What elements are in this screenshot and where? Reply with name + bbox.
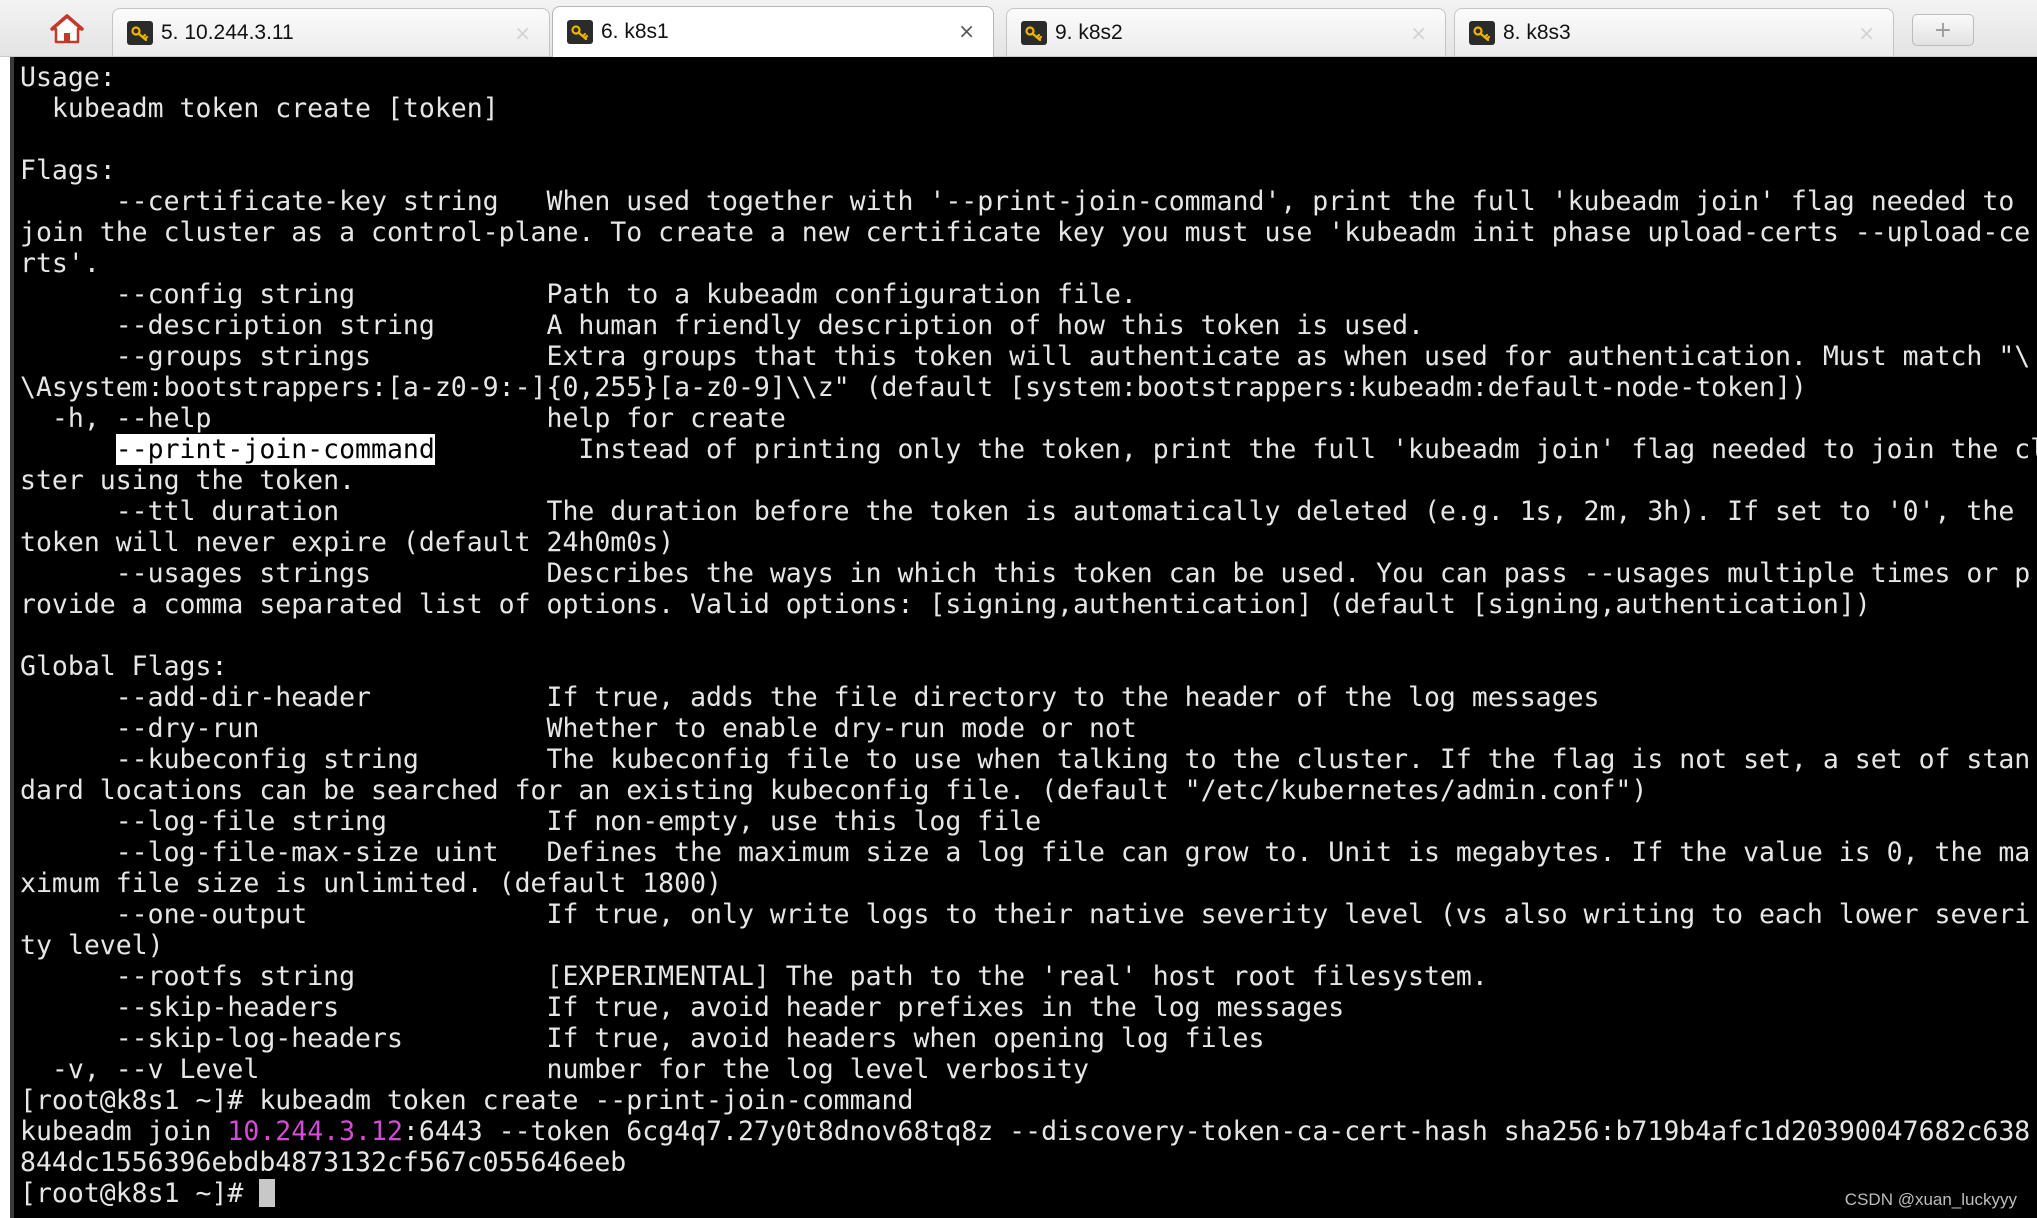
terminal-line: rovide a comma separated list of options…: [20, 589, 1871, 620]
tab-label: 9. k8s2: [1055, 20, 1123, 44]
terminal-line: token will never expire (default 24h0m0s…: [20, 527, 675, 558]
terminal-line: kubeadm token create [token]: [20, 93, 499, 124]
tab-label: 8. k8s3: [1503, 20, 1571, 44]
terminal-line: Global Flags:: [20, 651, 228, 682]
terminal-line: --log-file string If non-empty, use this…: [20, 806, 1042, 837]
close-icon[interactable]: ×: [1410, 21, 1427, 45]
close-icon[interactable]: ×: [1858, 21, 1875, 45]
home-button[interactable]: [36, 6, 98, 52]
terminal-line: --rootfs string [EXPERIMENTAL] The path …: [20, 961, 1488, 992]
terminal-line: --kubeconfig string The kubeconfig file …: [20, 744, 2031, 775]
terminal-area[interactable]: Usage: kubeadm token create [token] Flag…: [10, 57, 2037, 1218]
new-tab-button[interactable]: +: [1912, 14, 1974, 46]
terminal-line: --description string A human friendly de…: [20, 310, 1424, 341]
shell-prompt: [root@k8s1 ~]#: [20, 1178, 260, 1209]
key-icon: [1469, 20, 1495, 45]
terminal-line: --print-join-command Instead of printing…: [20, 434, 2037, 465]
terminal-line: --one-output If true, only write logs to…: [20, 899, 2031, 930]
terminal-line: 844dc1556396ebdb4873132cf567c055646eeb: [20, 1147, 627, 1178]
key-icon: [127, 20, 153, 45]
terminal-line: [root@k8s1 ~]#: [20, 1178, 276, 1209]
terminal-line: Usage:: [20, 62, 116, 93]
terminal-line: rts'.: [20, 248, 100, 279]
terminal-line: --add-dir-header If true, adds the file …: [20, 682, 1600, 713]
terminal-line: [root@k8s1 ~]# kubeadm token create --pr…: [20, 1085, 914, 1116]
tab-k8s2[interactable]: 9. k8s2 ×: [1006, 8, 1446, 56]
tab-k8s1[interactable]: 6. k8s1 ×: [552, 6, 994, 57]
terminal-line: --ttl duration The duration before the t…: [20, 496, 2015, 527]
terminal-line: --skip-log-headers If true, avoid header…: [20, 1023, 1265, 1054]
terminal-line: \Asystem:bootstrappers:[a-z0-9:-]{0,255}…: [20, 372, 1807, 403]
terminal-line: ty level): [20, 930, 164, 961]
key-icon: [1021, 20, 1047, 45]
ip-address: 10.244.3.12: [227, 1116, 403, 1147]
tab-label: 5. 10.244.3.11: [161, 20, 294, 44]
terminal-line: kubeadm join 10.244.3.12:6443 --token 6c…: [20, 1116, 2030, 1147]
key-icon: [567, 20, 593, 44]
plus-icon: +: [1933, 17, 1953, 43]
terminal-line: --dry-run Whether to enable dry-run mode…: [20, 713, 1137, 744]
terminal-line: -v, --v Level number for the log level v…: [20, 1054, 1089, 1085]
watermark: CSDN @xuan_luckyyy: [1844, 1190, 2017, 1209]
terminal-line: --groups strings Extra groups that this …: [20, 341, 2031, 372]
tab-label: 6. k8s1: [601, 20, 669, 43]
line-rest: Instead of printing only the token, prin…: [434, 434, 2037, 465]
tab-bar: 5. 10.244.3.11 × 6. k8s1 × 9. k8s2 × 8. …: [0, 0, 2037, 57]
text-cursor: [259, 1179, 276, 1207]
terminal-line: -h, --help help for create: [20, 403, 786, 434]
terminal-line: --log-file-max-size uint Defines the max…: [20, 837, 2031, 868]
tab-10-244-3-11[interactable]: 5. 10.244.3.11 ×: [112, 8, 550, 56]
house-icon: [50, 14, 84, 44]
join-rest: :6443 --token 6cg4q7.27y0t8dnov68tq8z --…: [402, 1116, 2031, 1147]
terminal-line: --certificate-key string When used toget…: [20, 186, 2015, 217]
tab-k8s3[interactable]: 8. k8s3 ×: [1454, 8, 1894, 56]
terminal-line: Flags:: [20, 155, 116, 186]
terminal-output: Usage: kubeadm token create [token] Flag…: [20, 62, 2037, 1209]
close-icon[interactable]: ×: [514, 21, 531, 45]
terminal-line: dard locations can be searched for an ex…: [20, 775, 1648, 806]
terminal-line: --skip-headers If true, avoid header pre…: [20, 992, 1345, 1023]
selected-text[interactable]: --print-join-command: [115, 434, 435, 465]
terminal-line: --usages strings Describes the ways in w…: [20, 558, 2031, 589]
terminal-line: ximum file size is unlimited. (default 1…: [20, 868, 722, 899]
terminal-line: ster using the token.: [20, 465, 356, 496]
close-icon[interactable]: ×: [958, 19, 975, 43]
join-prefix: kubeadm join: [20, 1116, 228, 1147]
terminal-line: --config string Path to a kubeadm config…: [20, 279, 1137, 310]
terminal-line: join the cluster as a control-plane. To …: [20, 217, 2031, 248]
